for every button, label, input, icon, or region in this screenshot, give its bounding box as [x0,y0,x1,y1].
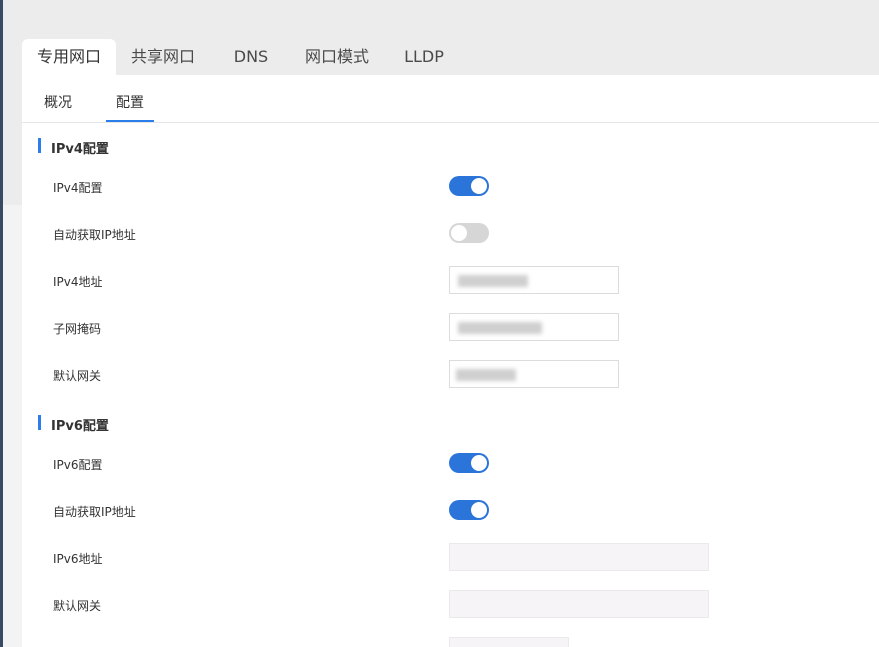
ipv4-dhcp-toggle[interactable] [449,223,489,243]
redacted-value [456,369,516,381]
ipv4-enable-toggle[interactable] [449,176,489,196]
next-field-partial[interactable] [449,637,569,647]
toggle-knob [471,455,487,471]
ipv6-enable-toggle[interactable] [449,453,489,473]
ipv6-enable-label: IPv6配置 [53,458,103,472]
ipv4-address-input[interactable] [449,266,619,294]
active-subtab-indicator [106,120,154,122]
ipv4-section-title: IPv4配置 [51,142,109,157]
toggle-knob [471,502,487,518]
ipv4-mask-input[interactable] [449,313,619,341]
ipv4-gateway-label: 默认网关 [53,369,102,383]
ipv4-enable-label: IPv4配置 [53,181,103,195]
toggle-knob [451,225,467,241]
redacted-value [458,322,542,334]
ipv4-address-label: IPv4地址 [53,275,103,289]
redacted-value [458,275,528,287]
ipv6-section-title: IPv6配置 [51,419,109,434]
sidebar-background [3,205,22,647]
tab-lldp[interactable]: LLDP [393,39,455,75]
ipv4-dhcp-label: 自动获取IP地址 [53,228,136,242]
ipv6-address-input[interactable] [449,543,709,571]
subtab-bar: 概况 配置 [22,75,879,123]
toggle-knob [471,178,487,194]
subtab-config[interactable]: 配置 [116,92,144,112]
ipv6-address-label: IPv6地址 [53,552,103,566]
config-panel: 概况 配置 IPv4配置 IPv4配置 自动获取IP地址 IPv4地址 子网掩码… [22,75,879,647]
ipv4-mask-label: 子网掩码 [53,322,102,336]
ipv6-gateway-label: 默认网关 [53,599,102,613]
section-marker [38,415,41,430]
section-marker [38,138,41,153]
tab-port-mode[interactable]: 网口模式 [294,39,380,75]
tab-shared-port[interactable]: 共享网口 [116,39,210,75]
tab-bar: 专用网口 共享网口 DNS 网口模式 LLDP [22,39,879,75]
subtab-overview[interactable]: 概况 [44,92,72,112]
tab-dns[interactable]: DNS [215,39,287,75]
ipv6-dhcp-toggle[interactable] [449,500,489,520]
ipv4-gateway-input[interactable] [449,360,619,388]
ipv6-dhcp-label: 自动获取IP地址 [53,505,136,519]
tab-dedicated-port[interactable]: 专用网口 [22,39,116,75]
ipv6-gateway-input[interactable] [449,590,709,618]
